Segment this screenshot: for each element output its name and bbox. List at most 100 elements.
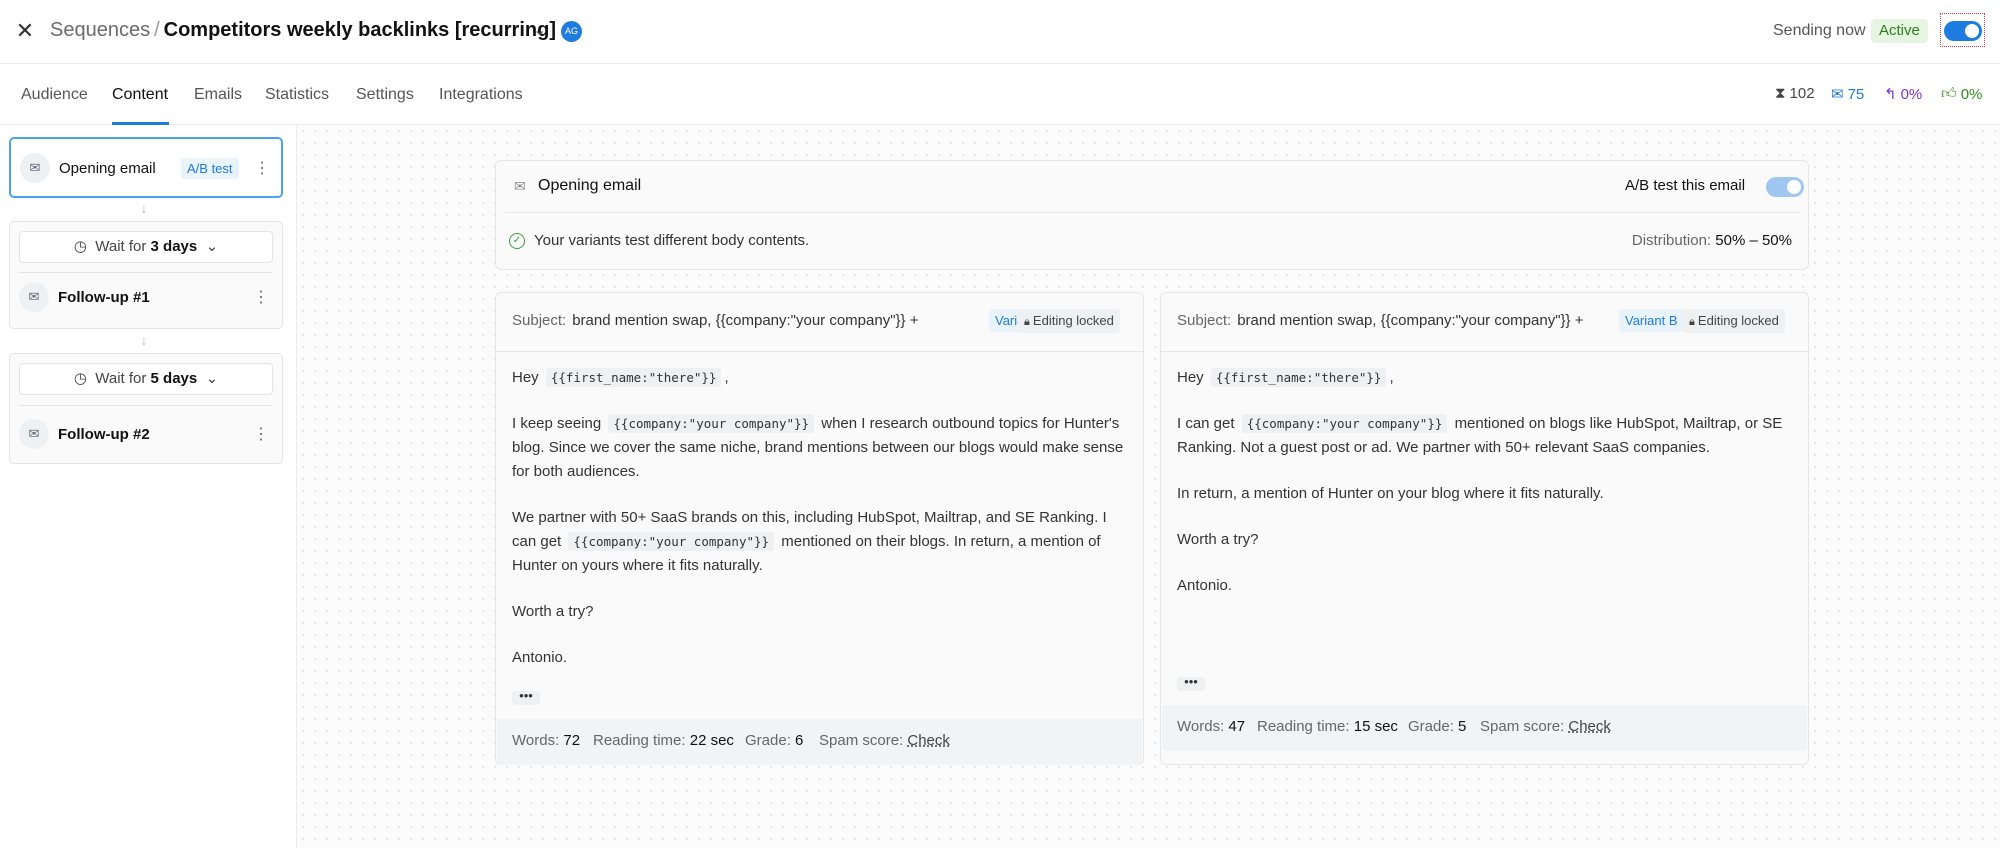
more-options-icon[interactable]: ⋮ [253,427,269,443]
breadcrumb-sequences-link[interactable]: Sequences [50,19,150,41]
stat-replied-value: 0% [1900,85,1923,103]
step-label[interactable]: Follow-up #2 [58,426,150,443]
envelope-icon: ✉ [19,419,49,449]
lock-icon: 🔒︎ [1024,316,1033,328]
body-paragraph: Antonio. [512,649,568,666]
sequence-active-toggle[interactable] [1944,21,1982,41]
grade-value: 5 [1458,718,1467,735]
variable-first-name: {{first_name:"there"}} [1210,368,1387,387]
variant-b-card[interactable]: Subject: brand mention swap, {{company:"y… [1160,292,1809,765]
content-canvas: ✉ Opening email A/B test this email ✓ Yo… [297,125,2000,848]
more-options-icon[interactable]: ⋮ [254,161,270,177]
ab-test-toggle[interactable] [1766,177,1804,197]
tab-content[interactable]: Content [112,86,168,104]
reading-label: Reading time: [593,732,686,749]
spam-label: Spam score: [1480,718,1565,735]
avatar[interactable]: AG [561,21,582,42]
ab-test-label: A/B test this email [1625,177,1746,194]
wait-prefix: Wait for [95,238,147,255]
wait-value: 5 days [150,370,198,387]
tab-audience[interactable]: Audience [21,86,88,104]
sequence-steps-sidebar: ✉ Opening email A/B test ⋮ ↓ ◷ Wait for … [0,125,297,848]
body-paragraph: I keep seeing {{company:"your company"}}… [512,412,1130,484]
grade-value: 6 [795,732,804,749]
tab-statistics[interactable]: Statistics [265,86,329,104]
stat-sent[interactable]: ✉ 75 [1831,85,1865,104]
envelope-icon: ✉ [514,178,526,194]
more-options-icon[interactable]: ⋮ [253,290,269,306]
greeting: Hey [1177,369,1204,386]
body-text: when I research outbound topics for Hunt… [512,415,1124,480]
variant-a-card[interactable]: Subject: brand mention swap, {{company:"y… [495,292,1144,765]
stat-queued-value: 102 [1789,85,1815,102]
chevron-down-icon[interactable]: ⌄ [533,20,546,40]
words-label: Words: [1177,718,1225,735]
email-stats-footer: Words: 72 Reading time: 22 sec Grade: 6 … [497,719,1142,765]
distribution[interactable]: Distribution: 50% – 50% [1632,232,1792,249]
tab-integrations[interactable]: Integrations [439,86,523,104]
subject-label: Subject: [512,312,567,329]
body-text: I can get [1177,415,1235,432]
spam-label: Spam score: [819,732,904,749]
divider [19,405,273,406]
subject-line: Subject: brand mention swap, {{company:"y… [1177,312,1583,329]
greeting: Hey [512,369,539,386]
tab-settings[interactable]: Settings [356,86,414,104]
divider [505,212,1801,213]
breadcrumb-separator: / [154,19,160,41]
email-body: Hey {{first_name:"there"}}, I keep seein… [512,366,1130,692]
close-icon[interactable]: ✕ [14,20,36,42]
hourglass-icon: ⧗ [1775,85,1786,102]
spam-check-link[interactable]: Check [1568,718,1611,735]
email-body: Hey {{first_name:"there"}}, I can get {{… [1177,366,1795,620]
subject-text: brand mention swap, {{company:"your comp… [572,312,919,329]
stat-queued[interactable]: ⧗ 102 [1775,85,1815,102]
step-follow-up-2: ◷ Wait for 5 days ⌄ ✉ Follow-up #2 ⋮ [9,353,283,464]
lock-label: Editing locked [1697,313,1779,328]
more-dots-button[interactable]: ••• [1177,675,1205,691]
words-stat: Words: 47 [1177,718,1245,735]
envelope-icon: ✉ [1831,86,1844,103]
stat-replied[interactable]: ↰ 0% [1884,85,1923,104]
grade-label: Grade: [1408,718,1454,735]
grade-stat: Grade: 5 [1408,718,1466,735]
envelope-icon: ✉ [20,153,50,183]
spam-check-link[interactable]: Check [907,732,950,749]
status-badge: Active [1871,19,1928,43]
lock-icon: 🔒︎ [1689,316,1698,328]
thumbs-up-icon: 👍︎ [1941,85,1957,102]
chevron-down-icon: ⌄ [205,370,219,387]
divider [1161,351,1808,352]
ab-test-tag: A/B test [181,158,239,179]
stat-interested[interactable]: 👍︎ 0% [1941,85,1982,103]
wait-delay-selector[interactable]: ◷ Wait for 3 days ⌄ [19,231,273,263]
breadcrumb: Sequences / Competitors weekly backlinks [… [50,19,556,42]
variable-first-name: {{first_name:"there"}} [545,368,722,387]
arrow-down-icon: ↓ [140,200,148,216]
divider [19,272,273,273]
step-label[interactable]: Follow-up #1 [58,289,150,306]
grade-label: Grade: [745,732,791,749]
stat-sent-value: 75 [1847,85,1865,103]
more-dots-button[interactable]: ••• [512,689,540,705]
subject-label: Subject: [1177,312,1232,329]
subject-line: Subject: brand mention swap, {{company:"y… [512,312,918,329]
variable-company: {{company:"your company"}} [1241,414,1448,433]
distribution-value: 50% – 50% [1715,232,1792,249]
variant-tag: Variant B [1619,309,1684,332]
editing-locked-badge: 🔒︎ Editing locked [1018,309,1120,333]
tab-emails[interactable]: Emails [194,86,242,104]
reading-value: 22 sec [689,732,734,749]
divider [496,351,1143,352]
body-paragraph: I can get {{company:"your company"}} men… [1177,412,1795,460]
wait-delay-selector[interactable]: ◷ Wait for 5 days ⌄ [19,363,273,395]
arrow-down-icon: ↓ [140,332,148,348]
email-stats-footer: Words: 47 Reading time: 15 sec Grade: 5 … [1162,705,1807,751]
reading-time-stat: Reading time: 22 sec [593,732,734,749]
check-circle-icon: ✓ [509,233,525,249]
lock-label: Editing locked [1032,313,1114,328]
body-paragraph: Hey {{first_name:"there"}}, [512,368,729,387]
variable-company: {{company:"your company"}} [608,414,815,433]
step-opening-email[interactable]: ✉ Opening email A/B test ⋮ [9,137,283,198]
page-title: Competitors weekly backlinks [recurring] [163,19,556,41]
